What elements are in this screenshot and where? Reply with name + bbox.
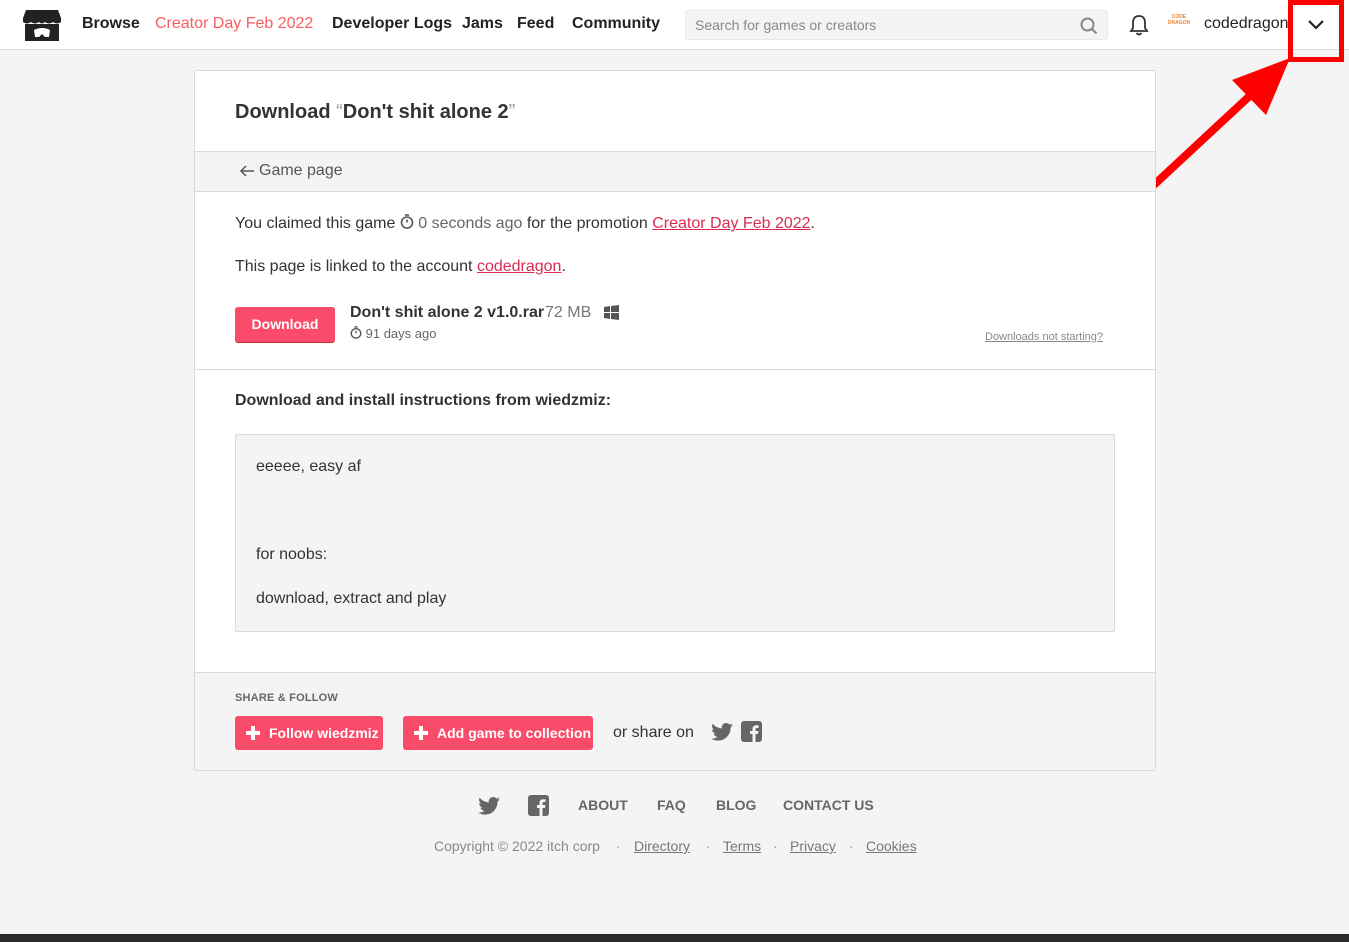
facebook-icon[interactable] — [741, 721, 762, 742]
nav-community[interactable]: Community — [572, 15, 660, 33]
nav-feed[interactable]: Feed — [517, 15, 554, 33]
download-card: Download “Don't shit alone 2” Game page … — [194, 70, 1156, 771]
file-date-text: 91 days ago — [365, 326, 437, 341]
stopwatch-icon — [400, 214, 414, 229]
title-prefix: Download — [235, 101, 337, 123]
claim-label: You claimed this game — [235, 215, 396, 232]
bottom-bar — [0, 934, 1349, 942]
footer-separator: · — [773, 838, 778, 854]
download-button[interactable]: Download — [235, 307, 335, 342]
claim-text: You claimed this game 0 seconds ago for … — [235, 214, 815, 232]
search-box — [685, 10, 1108, 40]
instruction-line: for noobs: — [256, 546, 328, 563]
footer-blog-link[interactable]: BLOG — [716, 797, 756, 813]
footer-separator: · — [849, 838, 854, 854]
footer-separator: · — [616, 838, 621, 854]
nav-creator-day[interactable]: Creator Day Feb 2022 — [155, 15, 313, 33]
footer-links: ABOUT FAQ BLOG CONTACT US — [0, 795, 1349, 817]
plus-icon — [246, 726, 260, 740]
footer-contact-link[interactable]: CONTACT US — [783, 797, 874, 813]
file-size: 72 MB — [545, 304, 592, 321]
follow-button[interactable]: Follow wiedzmiz — [235, 716, 383, 750]
share-on-label: or share on — [613, 724, 694, 741]
footer-about-link[interactable]: ABOUT — [578, 797, 628, 813]
top-header: Browse Creator Day Feb 2022 Developer Lo… — [0, 0, 1349, 50]
twitter-icon[interactable] — [478, 797, 500, 815]
collection-button-label: Add game to collection — [437, 725, 592, 741]
back-label: Game page — [259, 162, 343, 179]
footer-faq-link[interactable]: FAQ — [657, 797, 686, 813]
claim-time: 0 seconds ago — [418, 215, 523, 232]
instructions-box: eeeee, easy af for noobs: download, extr… — [235, 434, 1115, 632]
back-to-game-link[interactable]: Game page — [239, 162, 343, 180]
downloads-not-starting-link[interactable]: Downloads not starting? — [985, 331, 1103, 343]
username[interactable]: codedragon — [1204, 15, 1289, 33]
avatar[interactable]: CODE DRAGON — [1167, 14, 1191, 34]
linked-label: This page is linked to the account — [235, 258, 473, 275]
nav-jams[interactable]: Jams — [462, 15, 503, 33]
linked-account-text: This page is linked to the account coded… — [235, 258, 566, 275]
footer-separator: · — [706, 838, 711, 854]
search-icon[interactable] — [1080, 17, 1098, 35]
title-open-quote: “ — [336, 101, 343, 123]
add-to-collection-button[interactable]: Add game to collection — [403, 716, 593, 750]
file-upload-date: 91 days ago — [350, 326, 436, 341]
footer-directory-link[interactable]: Directory — [634, 838, 690, 854]
game-page-bar: Game page — [195, 151, 1155, 192]
nav-developer-logs[interactable]: Developer Logs — [332, 15, 452, 33]
instructions-title: Download and install instructions from w… — [235, 392, 612, 409]
twitter-icon[interactable] — [711, 723, 733, 741]
follow-button-label: Follow wiedzmiz — [269, 725, 379, 741]
search-input[interactable] — [686, 11, 1066, 39]
share-follow-label: SHARE & FOLLOW — [235, 692, 339, 704]
copyright-text: Copyright © 2022 itch corp — [434, 838, 600, 854]
nav-browse[interactable]: Browse — [82, 15, 140, 33]
arrow-left-icon — [239, 165, 254, 177]
annotation-highlight-box — [1288, 0, 1344, 62]
footer-cookies-link[interactable]: Cookies — [866, 838, 917, 854]
title-close-quote: ” — [508, 101, 516, 123]
account-link[interactable]: codedragon — [477, 258, 562, 275]
section-divider — [195, 369, 1155, 370]
promotion-link[interactable]: Creator Day Feb 2022 — [652, 215, 810, 232]
notifications-bell-icon[interactable] — [1129, 14, 1149, 36]
plus-icon — [414, 726, 428, 740]
itch-logo-icon[interactable] — [22, 8, 62, 43]
windows-icon — [604, 305, 619, 320]
title-game-name: Don't shit alone 2 — [342, 101, 509, 123]
claim-promo-label: for the promotion — [526, 215, 648, 232]
file-name: Don't shit alone 2 v1.0.rar — [350, 304, 545, 321]
footer-terms-link[interactable]: Terms — [723, 838, 761, 854]
footer-privacy-link[interactable]: Privacy — [790, 838, 836, 854]
facebook-icon[interactable] — [528, 795, 549, 816]
share-follow-section: SHARE & FOLLOW Follow wiedzmiz Add game … — [195, 672, 1155, 770]
instruction-line: eeeee, easy af — [256, 458, 361, 475]
stopwatch-icon — [350, 326, 362, 339]
page-title: Download “Don't shit alone 2” — [235, 101, 515, 124]
instruction-line: download, extract and play — [256, 590, 447, 607]
